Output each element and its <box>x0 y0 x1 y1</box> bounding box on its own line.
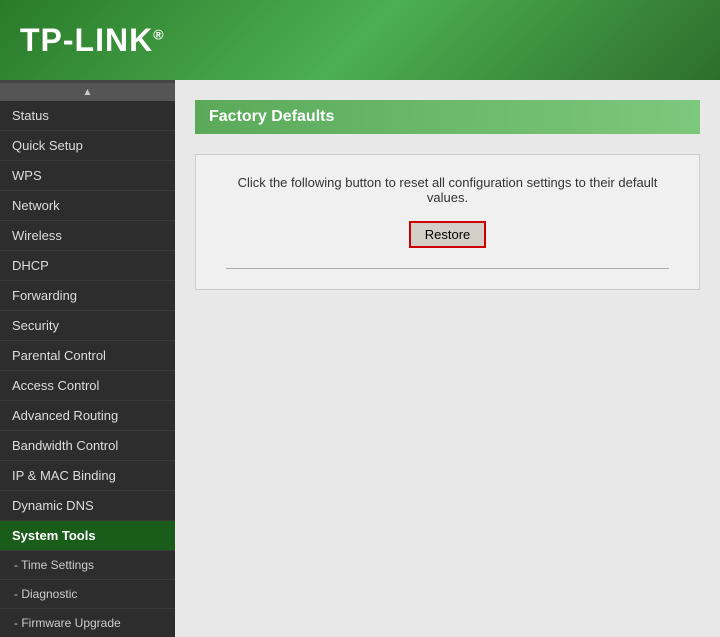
sidebar-item-firmware-upgrade[interactable]: - Firmware Upgrade <box>0 609 175 637</box>
sidebar-item-network[interactable]: Network <box>0 191 175 221</box>
trademark: ® <box>153 26 164 42</box>
content-box: Click the following button to reset all … <box>195 154 700 290</box>
logo-text: TP-LINK <box>20 22 153 58</box>
sidebar-item-system-tools[interactable]: System Tools <box>0 521 175 551</box>
sidebar-item-quick-setup[interactable]: Quick Setup <box>0 131 175 161</box>
divider <box>226 268 669 269</box>
description-text: Click the following button to reset all … <box>226 175 669 205</box>
sidebar-item-wireless[interactable]: Wireless <box>0 221 175 251</box>
sidebar-item-time-settings[interactable]: - Time Settings <box>0 551 175 580</box>
main-layout: ▲ StatusQuick SetupWPSNetworkWirelessDHC… <box>0 80 720 637</box>
page-title-bar: Factory Defaults <box>195 100 700 134</box>
sidebar-item-ip-mac-binding[interactable]: IP & MAC Binding <box>0 461 175 491</box>
sidebar-item-status[interactable]: Status <box>0 101 175 131</box>
content-area: Factory Defaults Click the following but… <box>175 80 720 637</box>
sidebar-item-bandwidth-control[interactable]: Bandwidth Control <box>0 431 175 461</box>
sidebar: ▲ StatusQuick SetupWPSNetworkWirelessDHC… <box>0 80 175 637</box>
logo: TP-LINK® <box>20 22 165 59</box>
sidebar-item-forwarding[interactable]: Forwarding <box>0 281 175 311</box>
nav-list: StatusQuick SetupWPSNetworkWirelessDHCPF… <box>0 101 175 637</box>
sidebar-item-diagnostic[interactable]: - Diagnostic <box>0 580 175 609</box>
sidebar-item-security[interactable]: Security <box>0 311 175 341</box>
sidebar-item-advanced-routing[interactable]: Advanced Routing <box>0 401 175 431</box>
sidebar-item-dhcp[interactable]: DHCP <box>0 251 175 281</box>
header: TP-LINK® <box>0 0 720 80</box>
sidebar-item-dynamic-dns[interactable]: Dynamic DNS <box>0 491 175 521</box>
restore-button[interactable]: Restore <box>409 221 487 248</box>
scroll-up-button[interactable]: ▲ <box>0 83 175 101</box>
sidebar-item-wps[interactable]: WPS <box>0 161 175 191</box>
page-title: Factory Defaults <box>209 108 334 125</box>
sidebar-item-parental-control[interactable]: Parental Control <box>0 341 175 371</box>
sidebar-item-access-control[interactable]: Access Control <box>0 371 175 401</box>
